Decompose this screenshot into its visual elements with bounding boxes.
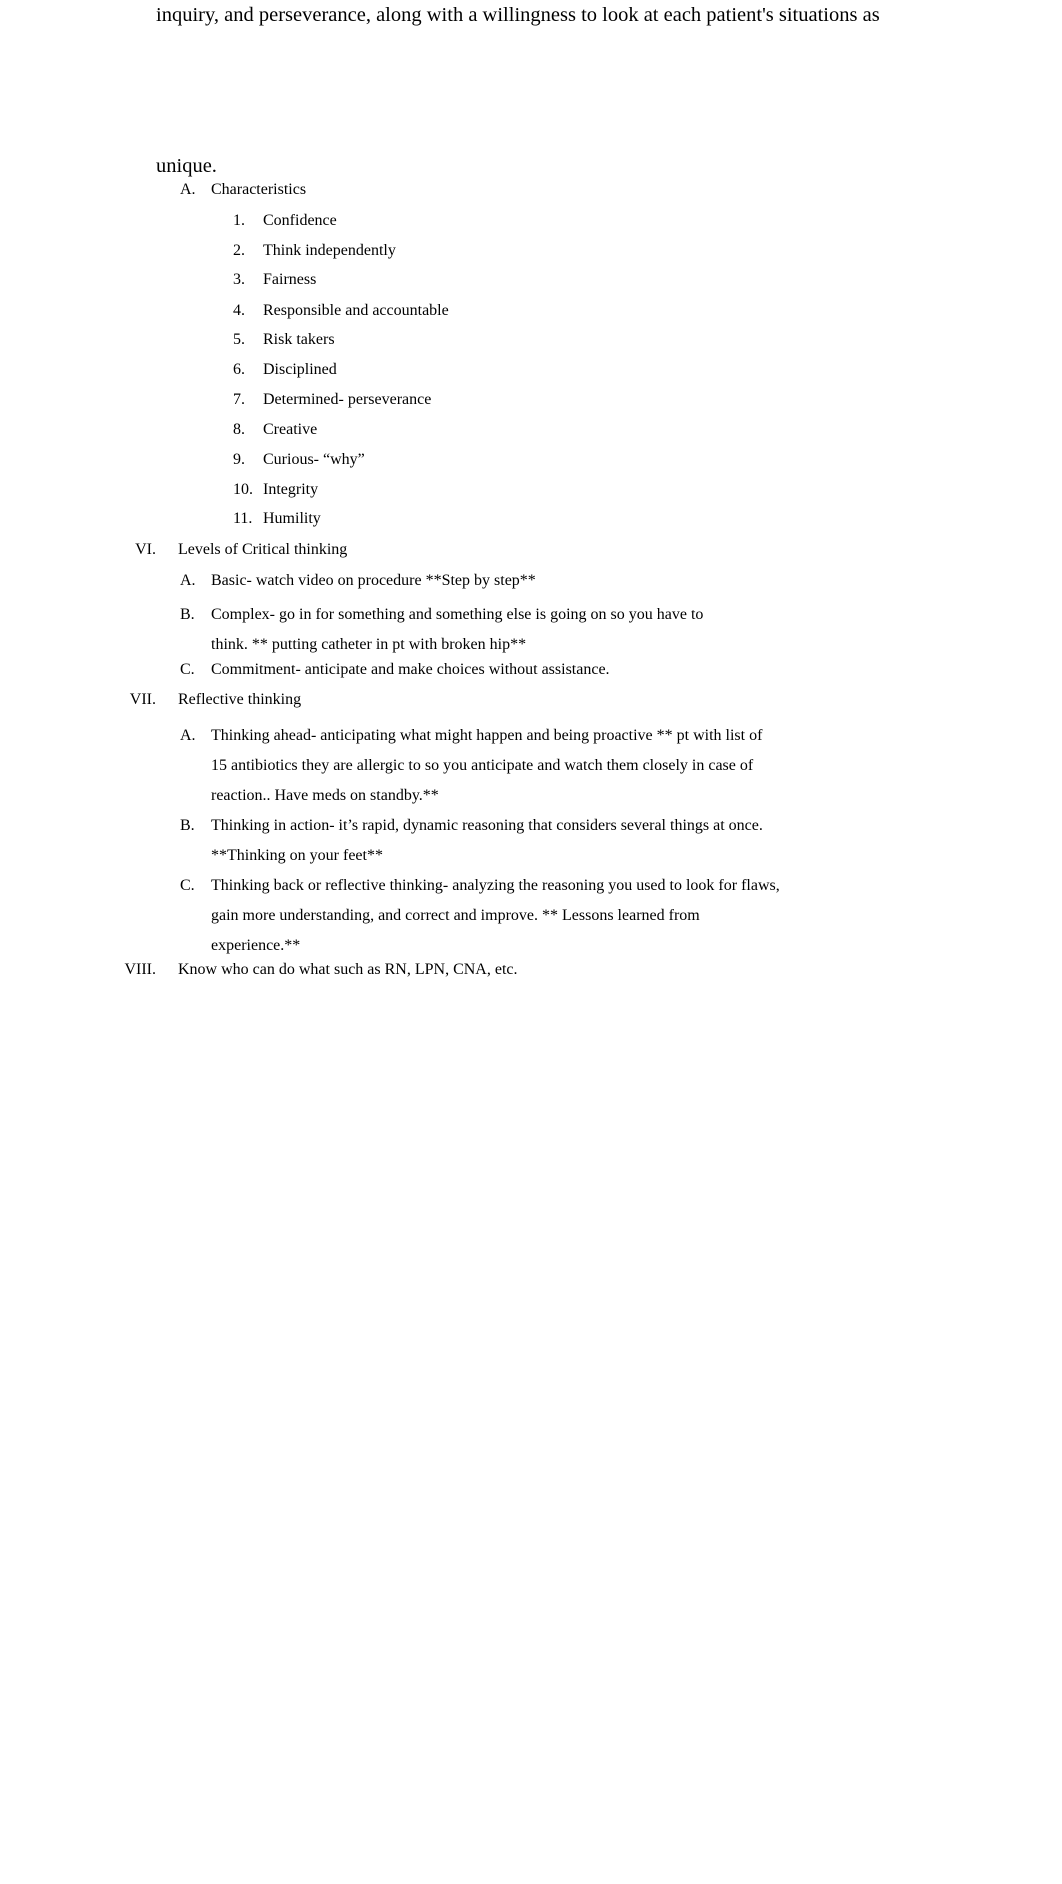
document-page: inquiry, and perseverance, along with a … xyxy=(0,0,1062,1884)
outline-subitem: A. Basic- watch video on procedure **Ste… xyxy=(180,572,800,590)
outline-subitem: C. Commitment- anticipate and make choic… xyxy=(180,661,800,679)
outline-section-viii: VIII. Know who can do what such as RN, L… xyxy=(100,961,840,979)
outline-subitem: B. Complex- go in for something and some… xyxy=(180,600,740,660)
list-marker: C. xyxy=(180,877,195,894)
list-marker: A. xyxy=(180,181,196,198)
list-text: Risk takers xyxy=(263,331,335,348)
outline-section-vi: VI. Levels of Critical thinking xyxy=(100,541,840,559)
list-text: Creative xyxy=(263,421,318,438)
list-item: 10. Integrity xyxy=(233,481,753,499)
list-text: Fairness xyxy=(263,271,317,288)
list-marker: 7. xyxy=(233,391,245,408)
outline-section-vii: VII. Reflective thinking xyxy=(100,691,840,709)
list-text: Curious- “why” xyxy=(263,451,365,468)
paragraph-continuation-line: inquiry, and perseverance, along with a … xyxy=(156,4,880,26)
section-title: Levels of Critical thinking xyxy=(178,541,348,558)
section-title: Know who can do what such as RN, LPN, CN… xyxy=(178,961,518,978)
list-text: Characteristics xyxy=(211,181,307,198)
list-marker: C. xyxy=(180,661,195,678)
outline-subitem: A. Thinking ahead- anticipating what mig… xyxy=(180,721,778,811)
list-text: Humility xyxy=(263,510,321,527)
list-text: Confidence xyxy=(263,212,337,229)
list-text: Thinking in action- it’s rapid, dynamic … xyxy=(211,817,763,864)
list-text: Commitment- anticipate and make choices … xyxy=(211,661,610,678)
list-text: Basic- watch video on procedure **Step b… xyxy=(211,572,536,589)
list-text: Think independently xyxy=(263,242,396,259)
list-marker: 5. xyxy=(233,331,245,348)
list-marker: A. xyxy=(180,727,196,744)
outline-item-characteristics: A. Characteristics xyxy=(180,181,800,199)
list-text: Disciplined xyxy=(263,361,337,378)
list-text: Thinking back or reflective thinking- an… xyxy=(211,877,780,954)
list-item: 4. Responsible and accountable xyxy=(233,302,753,320)
list-text: Thinking ahead- anticipating what might … xyxy=(211,727,763,804)
list-item: 2. Think independently xyxy=(233,242,753,260)
list-marker: 1. xyxy=(233,212,245,229)
list-marker: 2. xyxy=(233,242,245,259)
list-marker: 4. xyxy=(233,302,245,319)
list-text: Determined- perseverance xyxy=(263,391,432,408)
paragraph-orphan-word: unique. xyxy=(156,155,217,177)
section-marker: VII. xyxy=(129,691,156,708)
list-item: 5. Risk takers xyxy=(233,331,753,349)
list-marker: 9. xyxy=(233,451,245,468)
list-item: 1. Confidence xyxy=(233,212,753,230)
section-marker: VIII. xyxy=(124,961,156,978)
list-item: 11. Humility xyxy=(233,510,753,528)
outline-subitem: B. Thinking in action- it’s rapid, dynam… xyxy=(180,811,770,871)
list-text: Responsible and accountable xyxy=(263,302,449,319)
list-marker: 3. xyxy=(233,271,245,288)
list-marker: 6. xyxy=(233,361,245,378)
list-item: 7. Determined- perseverance xyxy=(233,391,753,409)
section-title: Reflective thinking xyxy=(178,691,302,708)
list-text: Complex- go in for something and somethi… xyxy=(211,606,704,653)
list-item: 8. Creative xyxy=(233,421,753,439)
list-item: 6. Disciplined xyxy=(233,361,753,379)
section-marker: VI. xyxy=(135,541,156,558)
list-marker: B. xyxy=(180,817,195,834)
list-item: 3. Fairness xyxy=(233,271,753,289)
list-marker: A. xyxy=(180,572,196,589)
list-item: 9. Curious- “why” xyxy=(233,451,753,469)
list-marker: 8. xyxy=(233,421,245,438)
outline-subitem: C. Thinking back or reflective thinking-… xyxy=(180,871,780,961)
list-text: Integrity xyxy=(263,481,319,498)
list-marker: 11. xyxy=(233,510,253,527)
list-marker: 10. xyxy=(233,481,253,498)
list-marker: B. xyxy=(180,606,195,623)
